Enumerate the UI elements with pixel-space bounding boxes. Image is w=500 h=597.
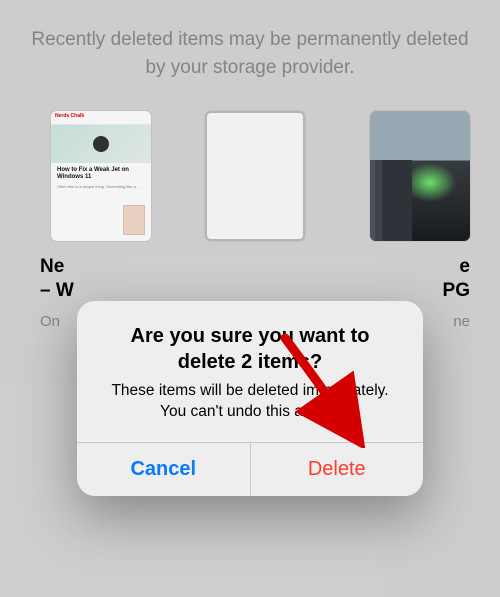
dialog-backdrop: Are you sure you want to delete 2 items?… [0,0,500,597]
dialog-message: These items will be deleted immediately.… [99,381,401,423]
dialog-button-row: Cancel Delete [77,442,423,496]
dialog-title: Are you sure you want to delete 2 items? [99,323,401,375]
cancel-button[interactable]: Cancel [77,443,250,496]
delete-button[interactable]: Delete [250,443,424,496]
confirm-delete-dialog: Are you sure you want to delete 2 items?… [77,301,423,497]
